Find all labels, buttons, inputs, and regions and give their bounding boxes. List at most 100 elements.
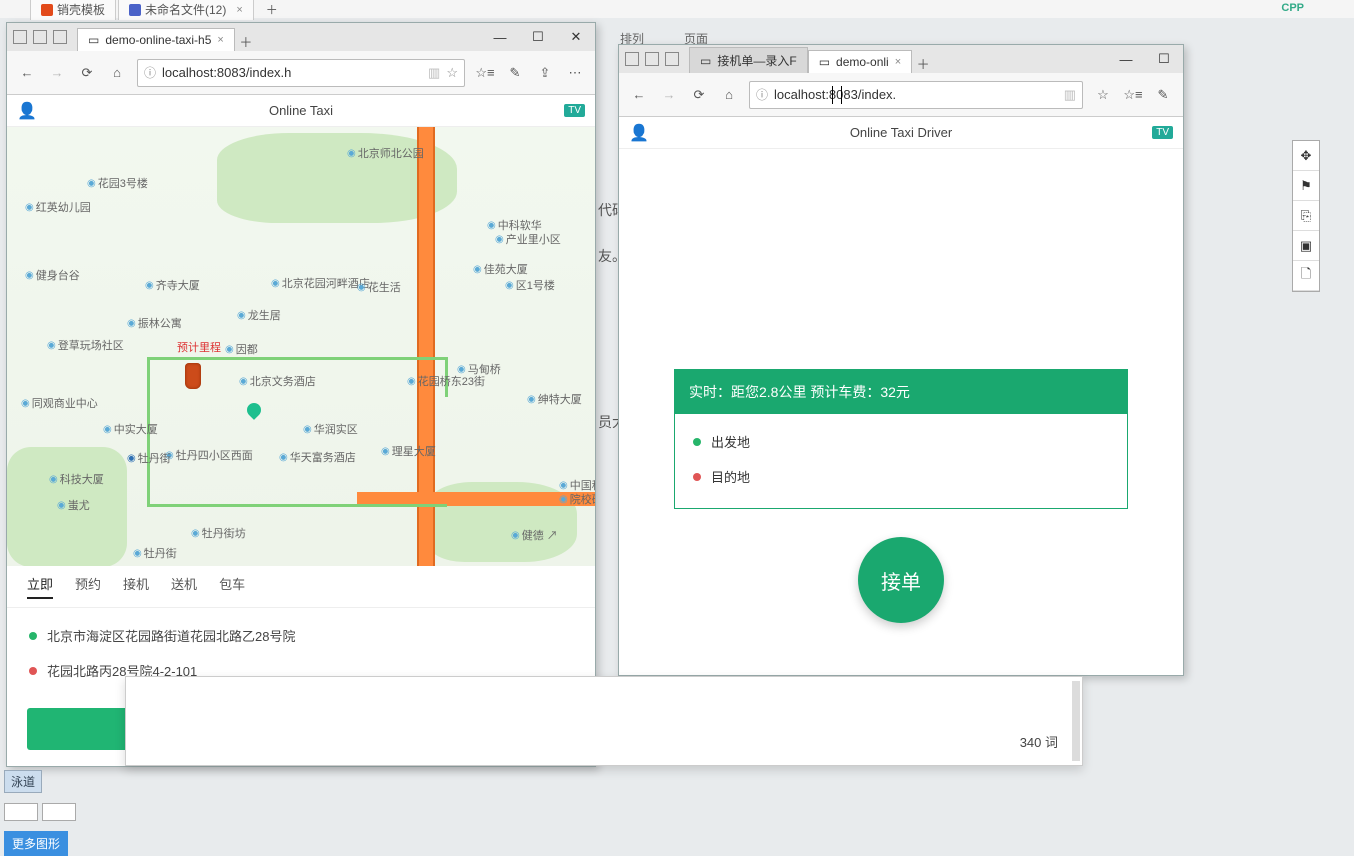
home-button[interactable]: ⌂: [719, 85, 739, 105]
refresh-button[interactable]: ⟳: [689, 85, 709, 105]
layers-tool-icon[interactable]: ▣: [1293, 231, 1319, 261]
back-button[interactable]: ←: [629, 85, 649, 105]
clipboard-tool-icon[interactable]: ⎘: [1293, 201, 1319, 231]
outer-new-tab[interactable]: ＋: [256, 0, 288, 20]
reader-icon[interactable]: ▥: [428, 65, 440, 81]
close-icon[interactable]: ×: [895, 56, 901, 68]
dot-red-icon: [693, 473, 701, 481]
bg-field[interactable]: [4, 803, 38, 821]
tab-driver[interactable]: ▭ demo-onli ×: [808, 50, 912, 73]
outer-tab-1[interactable]: 未命名文件(12) ×: [118, 0, 254, 20]
map-poi: 齐寺大厦: [145, 277, 200, 293]
sys-icon[interactable]: [33, 30, 47, 44]
sys-icons: [7, 30, 73, 44]
forward-button[interactable]: →: [659, 85, 679, 105]
tab-dropoff[interactable]: 送机: [171, 574, 197, 599]
favorite-icon[interactable]: ☆: [1093, 85, 1113, 105]
scrollbar[interactable]: [1072, 681, 1080, 761]
swimlane-label[interactable]: 泳道: [4, 770, 42, 793]
sys-icons: [619, 52, 685, 66]
tab-reserve[interactable]: 预约: [75, 574, 101, 599]
dot-red-icon: [29, 667, 37, 675]
sys-icon[interactable]: [625, 52, 639, 66]
favorites-button[interactable]: ☆≡: [1123, 85, 1143, 105]
favorite-icon[interactable]: ☆: [446, 65, 458, 81]
browser-window-driver: ▭ 接机单—录入F ▭ demo-onli × ＋ — ☐ ← → ⟳ ⌂ ⓘ …: [618, 44, 1184, 676]
move-tool-icon[interactable]: ✥: [1293, 141, 1319, 171]
map-poi: 红英幼儿园: [25, 199, 91, 215]
minimize-button[interactable]: —: [1107, 45, 1145, 73]
more-shapes-button[interactable]: 更多图形: [4, 831, 68, 856]
file-tool-icon[interactable]: 🗋: [1293, 261, 1319, 291]
text-cursor-icon: [832, 86, 842, 104]
titlebar: ▭ demo-online-taxi-h5 × ＋ — ☐ ✕: [7, 23, 595, 51]
map-poi: 牡丹街: [133, 545, 177, 561]
outer-tab-0[interactable]: 销壳模板: [30, 0, 116, 20]
url-input[interactable]: [162, 65, 422, 80]
maximize-button[interactable]: ☐: [1145, 45, 1183, 73]
origin-text: 北京市海淀区花园路街道花园北路乙28号院: [47, 626, 295, 645]
bg-field[interactable]: [42, 803, 76, 821]
bottom-tabs: 立即 预约 接机 送机 包车: [7, 566, 595, 608]
map-poi: 马甸桥: [457, 361, 501, 377]
doc-icon: [129, 4, 141, 16]
more-button[interactable]: ⋯: [565, 63, 585, 83]
reader-icon[interactable]: ▥: [1064, 87, 1076, 103]
map-poi: 佳苑大厦: [473, 261, 528, 277]
address-bar[interactable]: ⓘ ▥ ☆: [137, 59, 465, 87]
notes-button[interactable]: ✎: [505, 63, 525, 83]
dot-green-icon: [693, 438, 701, 446]
map-poi: 区1号楼: [505, 277, 555, 293]
badge: TV: [564, 104, 585, 117]
order-body: 出发地 目的地: [675, 414, 1127, 508]
map-poi: 花园3号楼: [87, 175, 148, 191]
maximize-button[interactable]: ☐: [519, 23, 557, 51]
forward-button[interactable]: →: [47, 63, 67, 83]
app-title: Online Taxi Driver: [850, 125, 952, 140]
avatar-icon[interactable]: 👤: [17, 101, 37, 121]
browser-toolbar: ← → ⟳ ⌂ ⓘ ▥ ☆ ☆≡ ✎: [619, 73, 1183, 117]
tab-charter[interactable]: 包车: [219, 574, 245, 599]
sys-icon[interactable]: [645, 52, 659, 66]
close-icon[interactable]: ×: [236, 4, 242, 16]
tabstrip: ▭ demo-online-taxi-h5 × ＋: [73, 23, 481, 51]
tab-passenger[interactable]: ▭ demo-online-taxi-h5 ×: [77, 28, 235, 51]
back-button[interactable]: ←: [17, 63, 37, 83]
car-icon: [185, 363, 201, 389]
window-controls: — ☐ ✕: [481, 23, 595, 51]
address-bar[interactable]: ⓘ ▥: [749, 81, 1083, 109]
sys-icon[interactable]: [665, 52, 679, 66]
home-button[interactable]: ⌂: [107, 63, 127, 83]
close-icon[interactable]: ×: [217, 34, 223, 46]
order-card: 实时：距您2.8公里 预计车费：32元 出发地 目的地: [674, 369, 1128, 509]
map-poi: 华天富务酒店: [279, 449, 356, 465]
app-header: 👤 Online Taxi Driver TV: [619, 117, 1183, 149]
avatar-icon[interactable]: 👤: [629, 123, 649, 143]
url-input[interactable]: [774, 87, 1058, 102]
flag-tool-icon[interactable]: ⚑: [1293, 171, 1319, 201]
map-poi: 绅特大厦: [527, 391, 582, 407]
app-title: Online Taxi: [269, 103, 333, 118]
accept-order-button[interactable]: 接单: [858, 537, 944, 623]
tab-pickup[interactable]: 接机: [123, 574, 149, 599]
origin-row[interactable]: 北京市海淀区花园路街道花园北路乙28号院: [29, 618, 573, 653]
tab-title: demo-online-taxi-h5: [105, 33, 211, 47]
favorites-button[interactable]: ☆≡: [475, 63, 495, 83]
outer-tab-label: 未命名文件(12): [145, 1, 226, 18]
refresh-button[interactable]: ⟳: [77, 63, 97, 83]
tab-order-entry[interactable]: ▭ 接机单—录入F: [689, 47, 808, 73]
browser-window-passenger: ▭ demo-online-taxi-h5 × ＋ — ☐ ✕ ← → ⟳ ⌂ …: [6, 22, 596, 767]
notes-button[interactable]: ✎: [1153, 85, 1173, 105]
tab-now[interactable]: 立即: [27, 574, 53, 599]
tab-title: demo-onli: [836, 55, 889, 69]
new-tab-button[interactable]: ＋: [912, 54, 934, 73]
sys-icon[interactable]: [13, 30, 27, 44]
share-button[interactable]: ⇪: [535, 63, 555, 83]
new-tab-button[interactable]: ＋: [235, 32, 257, 51]
sys-icon[interactable]: [53, 30, 67, 44]
minimize-button[interactable]: —: [481, 23, 519, 51]
page-icon: ▭: [819, 55, 830, 69]
map-poi: 科技大厦: [49, 471, 104, 487]
map-area[interactable]: 预计里程 花园3号楼红英幼儿园北京师北公园中科软华产业里小区健身台谷齐寺大厦北京…: [7, 127, 595, 566]
close-button[interactable]: ✕: [557, 23, 595, 51]
